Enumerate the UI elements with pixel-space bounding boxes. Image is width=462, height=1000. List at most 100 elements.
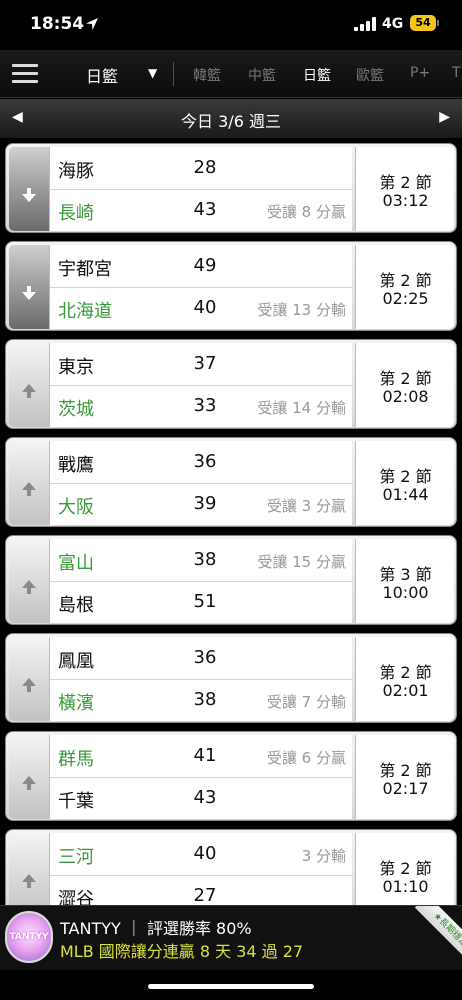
trend-indicator bbox=[9, 833, 49, 905]
hamburger-menu-icon[interactable] bbox=[12, 64, 38, 84]
home-indicator[interactable] bbox=[148, 984, 314, 989]
matchup: 東京 37 茨城 33 受讓 14 分輸 bbox=[49, 343, 353, 427]
away-team-score: 38 bbox=[193, 689, 217, 710]
next-day-button[interactable]: ▶ bbox=[439, 109, 450, 125]
trend-indicator bbox=[9, 147, 49, 231]
matchup: 戰鷹 36 大阪 39 受讓 3 分贏 bbox=[49, 441, 353, 525]
game-clock: 01:44 bbox=[382, 485, 429, 504]
league-nav-bar: 日籃 ▼ 韓籃 中籃 日籃 歐籃 P+ T bbox=[0, 50, 462, 98]
handicap-note: 受讓 14 分輸 bbox=[257, 399, 346, 417]
home-team-score: 49 bbox=[193, 255, 217, 276]
handicap-note: 受讓 7 分輸 bbox=[266, 693, 346, 711]
home-team-name: 三河 bbox=[58, 847, 94, 868]
location-arrow-icon bbox=[86, 18, 98, 30]
matchup: 三河 40 3 分輸 澀谷 27 bbox=[49, 833, 353, 905]
arrow-down-icon bbox=[22, 188, 36, 202]
home-team-name: 東京 bbox=[58, 357, 94, 378]
trend-indicator bbox=[9, 245, 49, 329]
row-divider bbox=[50, 581, 353, 582]
away-team-name: 千葉 bbox=[58, 791, 94, 812]
nav-divider bbox=[173, 62, 174, 86]
game-card[interactable]: 群馬 41 受讓 6 分贏 千葉 43 第 2 節 02:17 bbox=[5, 731, 457, 821]
league-select[interactable]: 日籃 bbox=[86, 63, 118, 87]
row-divider bbox=[50, 483, 353, 484]
away-team-score: 51 bbox=[193, 591, 217, 612]
game-status: 第 2 節 01:44 bbox=[355, 441, 454, 525]
signal-bars-icon bbox=[354, 17, 376, 31]
game-period: 第 2 節 bbox=[379, 663, 432, 682]
arrow-up-icon bbox=[22, 776, 36, 790]
game-period: 第 3 節 bbox=[379, 565, 432, 584]
home-team-name: 戰鷹 bbox=[58, 455, 94, 476]
row-divider bbox=[50, 679, 353, 680]
home-team-name: 海豚 bbox=[58, 161, 94, 182]
dropdown-arrow-icon[interactable]: ▼ bbox=[148, 66, 157, 80]
promo-title: TANTYY ｜ 評選勝率 80% bbox=[60, 919, 252, 938]
game-status: 第 2 節 02:25 bbox=[355, 245, 454, 329]
status-time: 18:54 bbox=[30, 14, 85, 34]
handicap-note: 受讓 13 分輸 bbox=[257, 301, 346, 319]
home-team-score: 37 bbox=[193, 353, 217, 374]
game-status: 第 2 節 02:17 bbox=[355, 735, 454, 819]
date-bar: ◀ 今日 3/6 週三 ▶ bbox=[0, 99, 462, 139]
away-team-score: 43 bbox=[193, 199, 217, 220]
trend-indicator bbox=[9, 637, 49, 721]
home-team-name: 富山 bbox=[58, 553, 94, 574]
game-status: 第 2 節 03:12 bbox=[355, 147, 454, 231]
handicap-note: 受讓 15 分贏 bbox=[257, 553, 346, 571]
game-card[interactable]: 東京 37 茨城 33 受讓 14 分輸第 2 節 02:08 bbox=[5, 339, 457, 429]
row-divider bbox=[50, 385, 353, 386]
network-label: 4G bbox=[382, 16, 404, 32]
trend-indicator bbox=[9, 735, 49, 819]
game-card[interactable]: 宇都宮 49 北海道 40 受讓 13 分輸第 2 節 02:25 bbox=[5, 241, 457, 331]
away-team-name: 島根 bbox=[58, 595, 94, 616]
away-team-name: 長崎 bbox=[58, 203, 94, 224]
matchup: 群馬 41 受讓 6 分贏 千葉 43 bbox=[49, 735, 353, 819]
tab-korea-basketball[interactable]: 韓籃 bbox=[193, 65, 221, 85]
away-team-score: 33 bbox=[193, 395, 217, 416]
away-team-name: 茨城 bbox=[58, 399, 94, 420]
game-status: 第 3 節 10:00 bbox=[355, 539, 454, 623]
game-card[interactable]: 海豚 28 長崎 43 受讓 8 分贏第 2 節 03:12 bbox=[5, 143, 457, 233]
game-card[interactable]: 鳳凰 36 橫濱 38 受讓 7 分輸第 2 節 02:01 bbox=[5, 633, 457, 723]
arrow-up-icon bbox=[22, 482, 36, 496]
game-period: 第 2 節 bbox=[379, 761, 432, 780]
matchup: 海豚 28 長崎 43 受讓 8 分贏 bbox=[49, 147, 353, 231]
game-clock: 02:17 bbox=[382, 779, 429, 798]
game-list: 海豚 28 長崎 43 受讓 8 分贏第 2 節 03:12 宇都宮 49 北海道 40 受讓 13… bbox=[0, 141, 462, 905]
matchup: 鳳凰 36 橫濱 38 受讓 7 分輸 bbox=[49, 637, 353, 721]
away-team-score: 39 bbox=[193, 493, 217, 514]
game-card[interactable]: 戰鷹 36 大阪 39 受讓 3 分贏第 2 節 01:44 bbox=[5, 437, 457, 527]
handicap-note: 受讓 3 分贏 bbox=[266, 497, 346, 515]
battery-icon: 54 bbox=[410, 15, 436, 31]
trend-indicator bbox=[9, 441, 49, 525]
home-team-name: 鳳凰 bbox=[58, 651, 94, 672]
tab-china-basketball[interactable]: 中籃 bbox=[248, 65, 276, 85]
row-divider bbox=[50, 875, 353, 876]
home-team-name: 群馬 bbox=[58, 749, 94, 770]
trend-indicator bbox=[9, 343, 49, 427]
game-card[interactable]: 富山 38 受讓 15 分贏 島根 51 第 3 節 10:00 bbox=[5, 535, 457, 625]
handicap-note: 3 分輸 bbox=[301, 847, 346, 865]
game-clock: 02:01 bbox=[382, 681, 429, 700]
game-status: 第 2 節 02:08 bbox=[355, 343, 454, 427]
avatar: TANTYY bbox=[5, 911, 53, 963]
badge-ribbon: ★長期穩定★ bbox=[414, 906, 462, 964]
away-team-name: 大阪 bbox=[58, 497, 94, 518]
home-team-name: 宇都宮 bbox=[58, 259, 112, 280]
handicap-note: 受讓 8 分贏 bbox=[266, 203, 346, 221]
promo-banner[interactable]: TANTYY TANTYY ｜ 評選勝率 80% MLB 國際讓分連贏 8 天 … bbox=[0, 905, 462, 970]
tab-europe-basketball[interactable]: 歐籃 bbox=[356, 65, 384, 85]
tab-japan-basketball[interactable]: 日籃 bbox=[303, 65, 331, 85]
tab-t[interactable]: T bbox=[452, 65, 461, 81]
arrow-up-icon bbox=[22, 678, 36, 692]
game-clock: 01:10 bbox=[382, 877, 429, 896]
arrow-down-icon bbox=[22, 286, 36, 300]
battery-cap bbox=[437, 20, 439, 26]
away-team-score: 43 bbox=[193, 787, 217, 808]
avatar-logo-text: TANTYY bbox=[9, 932, 49, 942]
status-bar: 18:54 4G 54 bbox=[0, 0, 462, 50]
game-card[interactable]: 三河 40 3 分輸 澀谷 27 第 2 節 01:10 bbox=[5, 829, 457, 905]
tab-p-plus[interactable]: P+ bbox=[410, 65, 430, 81]
game-clock: 10:00 bbox=[382, 583, 429, 602]
